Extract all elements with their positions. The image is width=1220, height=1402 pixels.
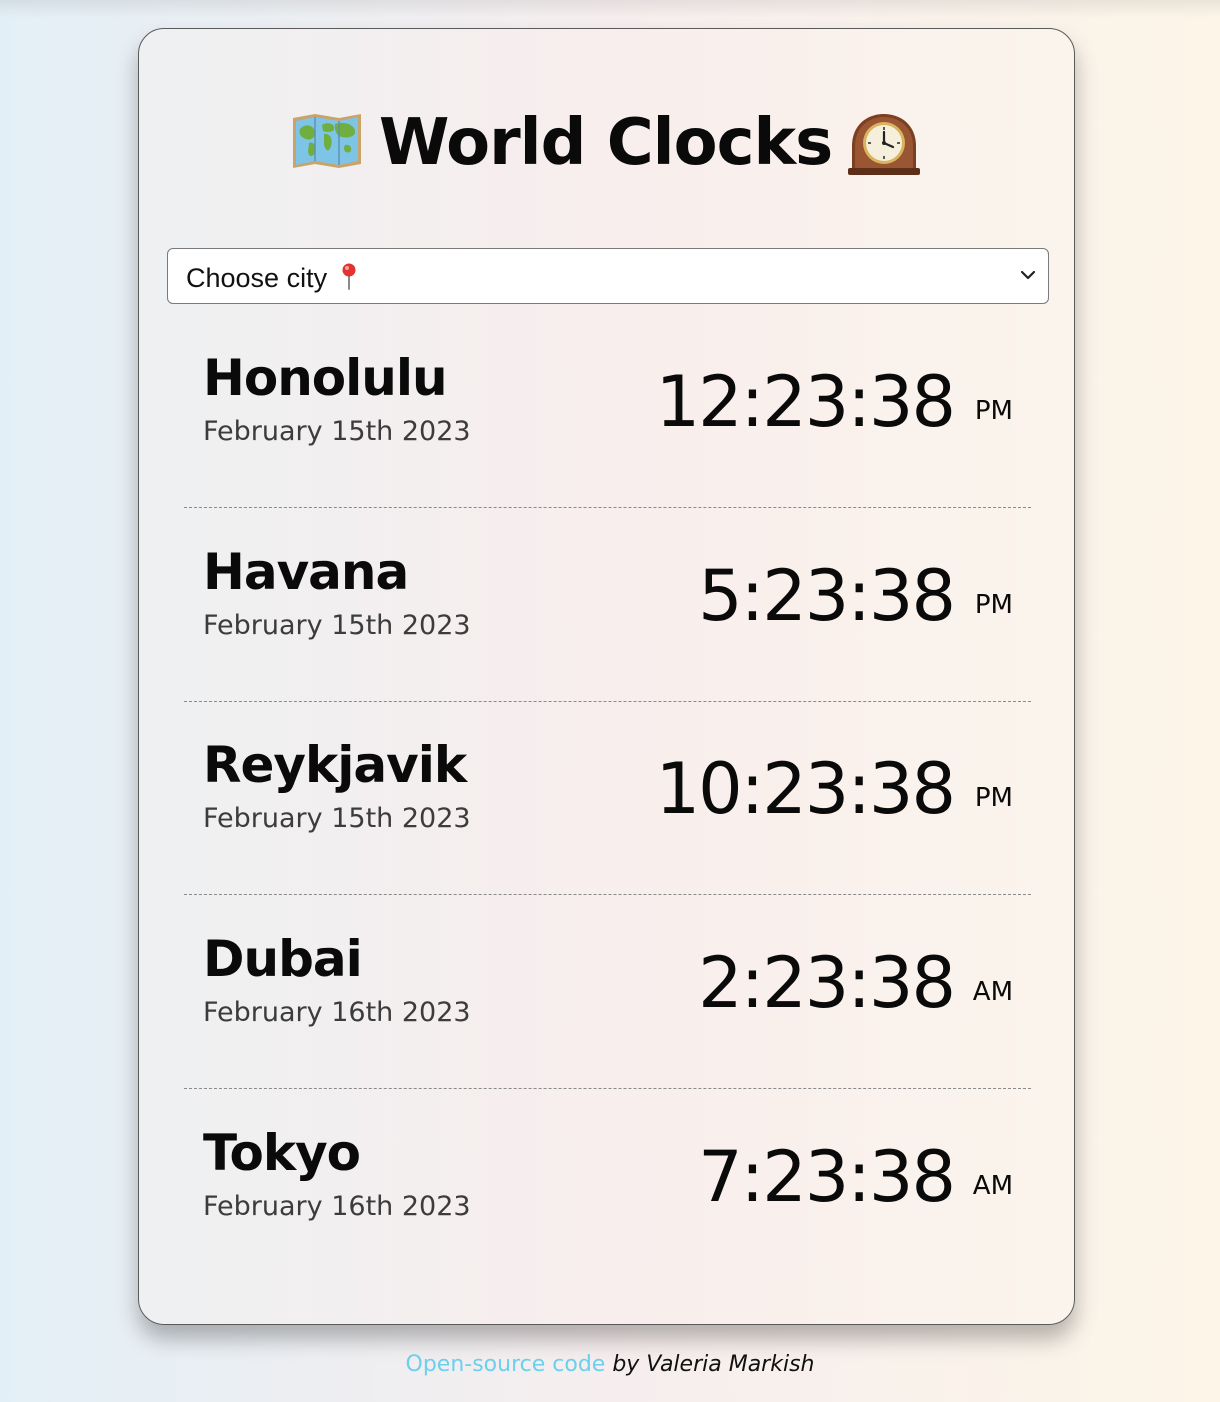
footer: Open-source code by Valeria Markish [0,1350,1220,1380]
page-title-text: World Clocks [378,106,833,180]
city-date: February 16th 2023 [203,997,471,1028]
round-pushpin-icon [342,263,356,290]
city-name: Havana [203,543,409,601]
city-date: February 15th 2023 [203,610,471,641]
city-name: Reykjavik [203,736,467,794]
city-date: February 16th 2023 [203,1191,471,1222]
city-time: 2:23:38 [698,942,956,1024]
city-select[interactable]: Choose city [167,248,1049,304]
city-row-reykjavik: Reykjavik February 15th 2023 10:23:38 PM [184,700,1031,895]
city-ampm: AM [972,1171,1013,1201]
city-name: Dubai [203,930,363,988]
city-name: Tokyo [203,1124,361,1182]
world-map-icon [292,114,361,168]
city-name: Honolulu [203,349,448,407]
city-date: February 15th 2023 [203,416,471,447]
world-clocks-card: World Clocks Choose city Honolulu Februa… [138,28,1075,1325]
city-ampm: PM [974,590,1013,620]
open-source-code-link[interactable]: Open-source code [406,1352,606,1377]
city-row-havana: Havana February 15th 2023 5:23:38 PM [184,507,1031,702]
city-row-honolulu: Honolulu February 15th 2023 12:23:38 PM [184,313,1031,508]
page-title: World Clocks [139,103,1074,183]
city-row-dubai: Dubai February 16th 2023 2:23:38 AM [184,894,1031,1089]
city-date: February 15th 2023 [203,803,471,834]
city-time: 10:23:38 [655,748,956,830]
author-credit: by Valeria Markish [612,1352,815,1377]
city-ampm: AM [972,977,1013,1007]
city-ampm: PM [974,396,1013,426]
city-row-tokyo: Tokyo February 16th 2023 7:23:38 AM [184,1088,1031,1282]
city-time: 12:23:38 [655,361,956,443]
city-time: 7:23:38 [698,1136,956,1218]
city-time: 5:23:38 [698,555,956,637]
chevron-down-icon [1020,270,1036,280]
top-shadow [0,0,1220,18]
city-ampm: PM [974,783,1013,813]
city-select-label: Choose city [186,262,359,293]
mantelpiece-clock-icon [848,114,921,175]
